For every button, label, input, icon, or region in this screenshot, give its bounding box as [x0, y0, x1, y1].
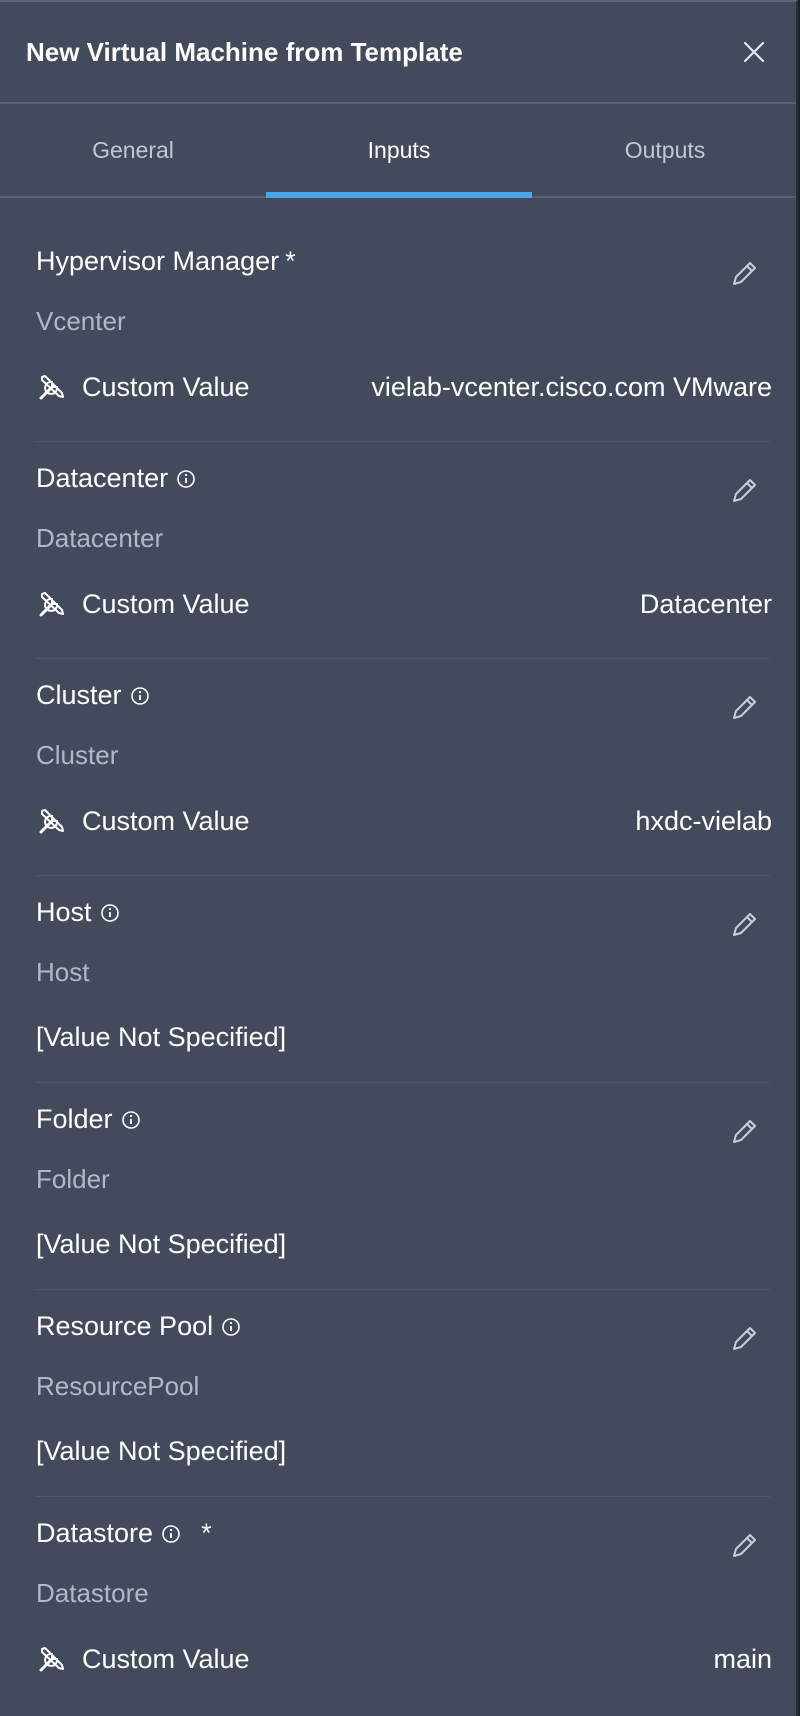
- dialog-header: New Virtual Machine from Template: [0, 2, 796, 104]
- edit-button[interactable]: [724, 688, 764, 728]
- input-value: vielab-vcenter.cisco.com VMware: [371, 371, 772, 402]
- input-value: Datacenter: [639, 588, 772, 619]
- custom-value-indicator: Custom Value: [36, 588, 250, 620]
- pencil-icon: [733, 913, 756, 936]
- input-type: Vcenter: [36, 306, 126, 336]
- info-icon[interactable]: [130, 686, 150, 706]
- info-icon[interactable]: [221, 1317, 241, 1337]
- dialog-title: New Virtual Machine from Template: [26, 36, 463, 67]
- value-row: [Value Not Specified]: [36, 1022, 770, 1053]
- input-value: [Value Not Specified]: [36, 1229, 287, 1259]
- edit-button[interactable]: [724, 1319, 764, 1359]
- edit-button[interactable]: [724, 471, 764, 511]
- input-type: Datastore: [36, 1578, 149, 1608]
- input-hypervisor-manager: Hypervisor Manager * Vcenter Custom Valu…: [36, 198, 772, 442]
- edit-button[interactable]: [724, 1526, 764, 1566]
- edit-button[interactable]: [724, 1112, 764, 1152]
- input-cluster: Cluster Cluster Custom Value hxdc-vielab: [36, 659, 772, 876]
- custom-value-indicator: Custom Value: [36, 1643, 250, 1675]
- input-folder: Folder Folder [Value Not Specified]: [36, 1083, 770, 1290]
- dialog-panel: New Virtual Machine from Template Genera…: [0, 0, 798, 1716]
- input-datastore: Datastore * Datastore Custom Value main: [36, 1497, 772, 1716]
- input-label: Datastore *: [36, 1518, 212, 1548]
- input-resource-pool: Resource Pool ResourcePool [Value Not Sp…: [36, 1290, 770, 1497]
- input-type: Datacenter: [36, 523, 164, 553]
- input-label: Hypervisor Manager *: [36, 246, 296, 276]
- tools-icon: [39, 592, 64, 617]
- value-row: [Value Not Specified]: [36, 1436, 770, 1467]
- input-label: Folder: [36, 1104, 141, 1135]
- required-marker: *: [201, 1518, 212, 1548]
- tools-icon: [39, 809, 64, 834]
- input-label: Cluster: [36, 680, 150, 711]
- pencil-icon: [733, 696, 756, 719]
- input-value: [Value Not Specified]: [36, 1022, 287, 1052]
- pencil-icon: [733, 262, 756, 285]
- tools-icon: [39, 375, 64, 400]
- custom-value-indicator: Custom Value: [36, 805, 250, 837]
- pencil-icon: [733, 1120, 756, 1143]
- tab-outputs[interactable]: Outputs: [532, 104, 796, 196]
- edit-button[interactable]: [724, 905, 764, 945]
- input-type: Host: [36, 957, 90, 987]
- input-label: Datacenter: [36, 463, 196, 494]
- close-icon: [743, 41, 765, 63]
- tab-bar: General Inputs Outputs: [0, 104, 796, 198]
- required-marker: *: [285, 246, 296, 276]
- close-button[interactable]: [734, 32, 774, 72]
- value-row: Custom Value hxdc-vielab: [36, 805, 772, 837]
- value-row: Custom Value Datacenter: [36, 588, 772, 620]
- pencil-icon: [733, 1534, 756, 1557]
- input-type: Cluster: [36, 740, 119, 770]
- info-icon[interactable]: [176, 469, 196, 489]
- input-value: main: [713, 1643, 772, 1674]
- input-value: [Value Not Specified]: [36, 1436, 287, 1466]
- tab-general[interactable]: General: [0, 104, 266, 196]
- pencil-icon: [733, 479, 756, 502]
- input-host: Host Host [Value Not Specified]: [36, 876, 770, 1083]
- input-value: hxdc-vielab: [635, 805, 772, 836]
- input-label: Resource Pool: [36, 1311, 241, 1342]
- input-label: Host: [36, 897, 120, 928]
- input-type: Folder: [36, 1164, 110, 1194]
- value-row: Custom Value vielab-vcenter.cisco.com VM…: [36, 371, 772, 403]
- value-row: Custom Value main: [36, 1643, 772, 1675]
- value-row: [Value Not Specified]: [36, 1229, 770, 1260]
- info-icon[interactable]: [161, 1524, 181, 1544]
- info-icon[interactable]: [100, 903, 120, 923]
- info-icon[interactable]: [121, 1110, 141, 1130]
- input-type: ResourcePool: [36, 1371, 200, 1401]
- edit-button[interactable]: [724, 254, 764, 294]
- input-datacenter: Datacenter Datacenter Custom Value Datac…: [36, 442, 772, 659]
- pencil-icon: [733, 1327, 756, 1350]
- tools-icon: [39, 1647, 64, 1672]
- tab-inputs[interactable]: Inputs: [266, 104, 532, 198]
- custom-value-indicator: Custom Value: [36, 371, 250, 403]
